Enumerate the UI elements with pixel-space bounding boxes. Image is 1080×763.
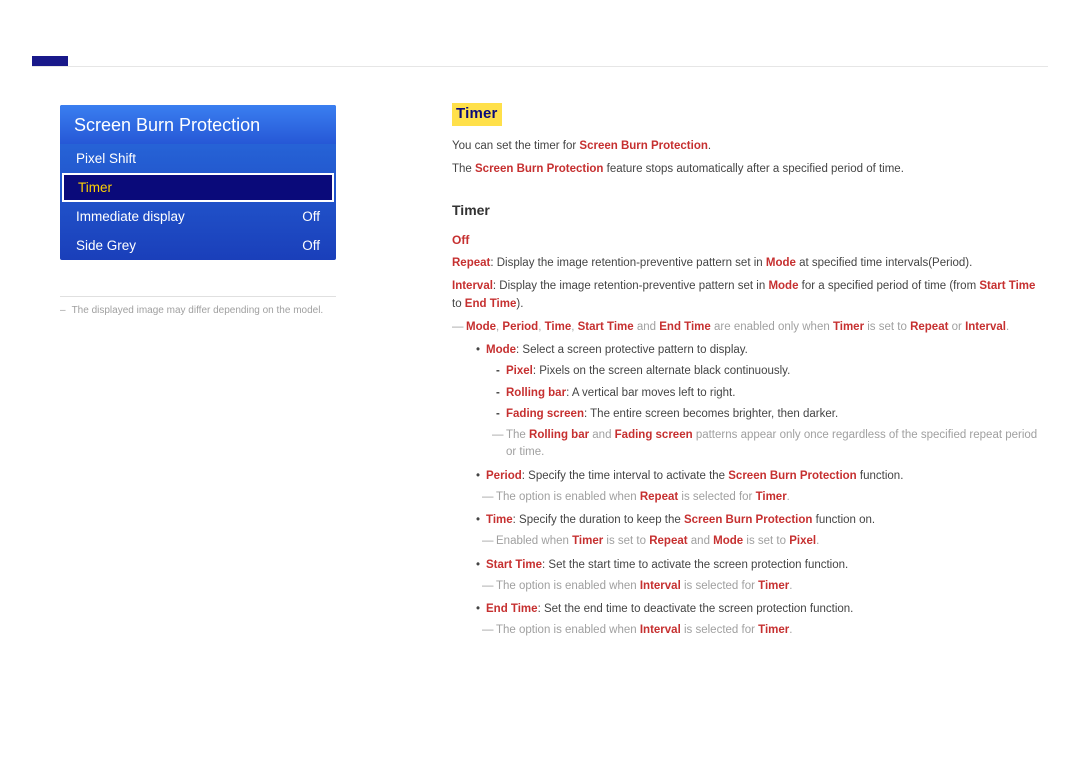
menu-item-timer[interactable]: Timer xyxy=(62,173,334,202)
bullet-period: Period: Specify the time interval to act… xyxy=(452,468,1040,485)
menu-footnote: The displayed image may differ depending… xyxy=(60,305,360,316)
menu-panel: Screen Burn Protection Pixel Shift Timer… xyxy=(60,105,336,260)
dash-fading-screen: Fading screen: The entire screen becomes… xyxy=(452,406,1040,423)
menu-footer-divider xyxy=(60,296,336,297)
dash-rolling-bar: Rolling bar: A vertical bar moves left t… xyxy=(452,385,1040,402)
menu-item-label: Side Grey xyxy=(76,238,136,253)
menu-item-label: Immediate display xyxy=(76,209,185,224)
option-off: Off xyxy=(452,231,1040,249)
menu-item-label: Pixel Shift xyxy=(76,151,136,166)
bullet-time: Time: Specify the duration to keep the S… xyxy=(452,512,1040,529)
option-repeat: Repeat: Display the image retention-prev… xyxy=(452,255,1040,272)
intro-line-2: The Screen Burn Protection feature stops… xyxy=(452,161,1040,178)
menu-item-label: Timer xyxy=(78,180,112,195)
subsection-heading-timer: Timer xyxy=(452,200,1040,221)
intro-line-1: You can set the timer for Screen Burn Pr… xyxy=(452,138,1040,155)
note-period-enabled: The option is enabled when Repeat is sel… xyxy=(452,489,1040,506)
note-patterns-once: The Rolling bar and Fading screen patter… xyxy=(452,427,1040,462)
option-interval: Interval: Display the image retention-pr… xyxy=(452,278,1040,313)
bullet-start-time: Start Time: Set the start time to activa… xyxy=(452,557,1040,574)
header-divider xyxy=(32,66,1048,67)
header-accent-bar xyxy=(32,56,68,66)
menu-item-pixel-shift[interactable]: Pixel Shift xyxy=(60,144,336,173)
dash-pixel: Pixel: Pixels on the screen alternate bl… xyxy=(452,363,1040,380)
note-enabled-when: Mode, Period, Time, Start Time and End T… xyxy=(452,319,1040,336)
section-heading-timer: Timer xyxy=(452,103,502,126)
note-start-time-enabled: The option is enabled when Interval is s… xyxy=(452,578,1040,595)
menu-item-side-grey[interactable]: Side Grey Off xyxy=(60,231,336,260)
menu-title: Screen Burn Protection xyxy=(60,105,336,144)
bullet-mode: Mode: Select a screen protective pattern… xyxy=(452,342,1040,359)
menu-item-value: Off xyxy=(302,209,320,224)
menu-item-immediate-display[interactable]: Immediate display Off xyxy=(60,202,336,231)
note-time-enabled: Enabled when Timer is set to Repeat and … xyxy=(452,533,1040,550)
content-area: Timer You can set the timer for Screen B… xyxy=(452,103,1040,640)
bullet-end-time: End Time: Set the end time to deactivate… xyxy=(452,601,1040,618)
menu-item-value: Off xyxy=(302,238,320,253)
note-end-time-enabled: The option is enabled when Interval is s… xyxy=(452,622,1040,639)
